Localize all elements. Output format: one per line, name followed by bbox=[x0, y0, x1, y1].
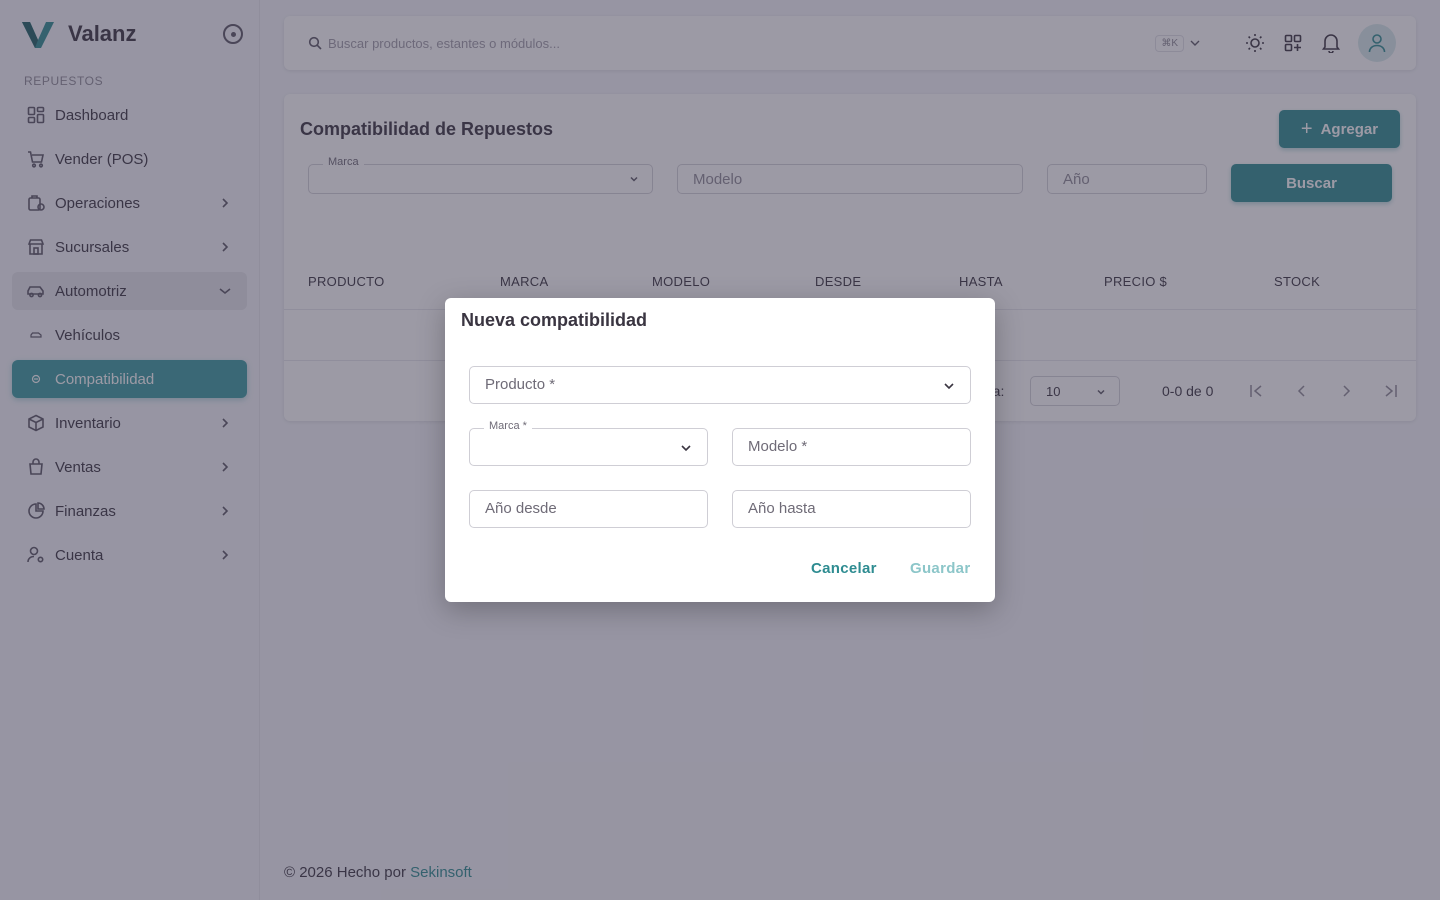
anio-hasta-input[interactable]: Año hasta bbox=[732, 490, 971, 528]
chevron-down-icon bbox=[944, 383, 954, 390]
marca-label: Marca * bbox=[484, 420, 532, 432]
anio-hasta-placeholder: Año hasta bbox=[748, 500, 816, 517]
marca-select[interactable]: Marca * bbox=[469, 420, 708, 466]
modelo-input[interactable]: Modelo * bbox=[732, 428, 971, 466]
modelo-placeholder: Modelo * bbox=[748, 438, 808, 455]
new-compatibility-dialog: Nueva compatibilidad Producto * Marca * … bbox=[445, 298, 995, 602]
cancel-button[interactable]: Cancelar bbox=[811, 560, 877, 577]
producto-select[interactable]: Producto * bbox=[469, 366, 971, 404]
dialog-title: Nueva compatibilidad bbox=[461, 310, 648, 330]
anio-desde-placeholder: Año desde bbox=[485, 500, 557, 517]
chevron-down-icon bbox=[681, 445, 691, 452]
anio-desde-input[interactable]: Año desde bbox=[469, 490, 708, 528]
save-button[interactable]: Guardar bbox=[910, 560, 970, 577]
producto-placeholder: Producto * bbox=[485, 376, 556, 393]
